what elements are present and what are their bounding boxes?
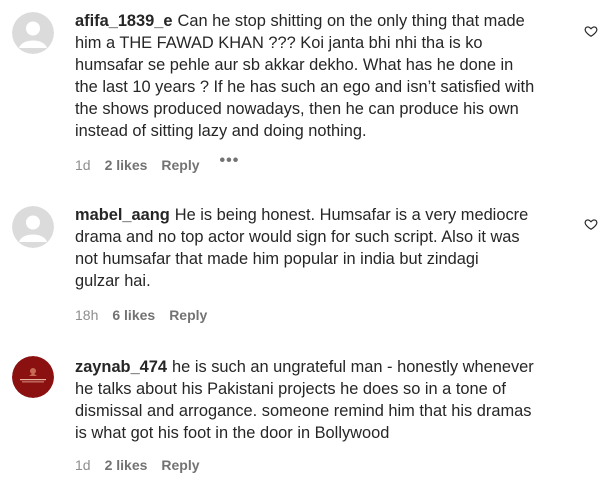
user-avatar[interactable] [12,12,54,54]
comment-text: zaynab_474 he is such an ungrateful man -… [75,356,575,444]
likes-count[interactable]: 2 likes [105,457,148,473]
comment-timestamp[interactable]: 18h [75,307,98,323]
comment-timestamp[interactable]: 1d [75,457,91,473]
comment-line: him a THE FAWAD KHAN ??? Koi janta bhi n… [75,34,483,52]
heart-icon[interactable] [584,24,598,38]
comment-line: drama and no top actor would sign for su… [75,228,520,246]
heart-icon[interactable] [584,217,598,231]
comment-line: He is being honest. Humsafar is a very m… [174,206,529,224]
comment-text: mabel_aang He is being honest. Humsafar i… [75,204,575,292]
comment-line: humsafar se pehle aur sb akkar dekho. Wh… [75,56,514,74]
comment-meta: 18h 6 likes Reply [75,305,221,325]
brand-logo-avatar [12,356,54,398]
reply-button[interactable]: Reply [161,457,199,473]
comment-line: gulzar hai. [75,272,151,290]
comment-line: the shows produced nowadays, then he can… [75,100,519,118]
reply-button[interactable]: Reply [161,157,199,173]
comment-meta: 1d 2 likes Reply [75,455,214,475]
comment-username[interactable]: zaynab_474 [75,358,167,376]
comment-line: the last 10 years ? If he has such an eg… [75,78,535,96]
default-avatar-icon [12,206,54,248]
comment-username[interactable]: afifa_1839_e [75,12,173,30]
user-avatar[interactable] [12,206,54,248]
default-avatar-icon [12,12,54,54]
comment-line: not humsafar that made him popular in in… [75,250,479,268]
comment-line: is what got his foot in the door in Boll… [75,424,390,442]
more-options-icon[interactable]: ••• [220,152,240,170]
user-avatar[interactable] [12,356,54,398]
comment-line: instead of sitting lazy and doing nothin… [75,122,367,140]
comment-username[interactable]: mabel_aang [75,206,170,224]
comment-meta: 1d 2 likes Reply ••• [75,152,253,175]
comment-text: afifa_1839_e Can he stop shitting on the … [75,10,575,142]
comment-timestamp[interactable]: 1d [75,157,91,173]
likes-count[interactable]: 6 likes [112,307,155,323]
comment-line: dismissal and arrogance. someone remind … [75,402,532,420]
comment-line: Can he stop shitting on the only thing t… [177,12,525,30]
reply-button[interactable]: Reply [169,307,207,323]
likes-count[interactable]: 2 likes [105,157,148,173]
comment-line: he talks about his Pakistani projects he… [75,380,506,398]
comment-line: he is such an ungrateful man - honestly … [172,358,534,376]
